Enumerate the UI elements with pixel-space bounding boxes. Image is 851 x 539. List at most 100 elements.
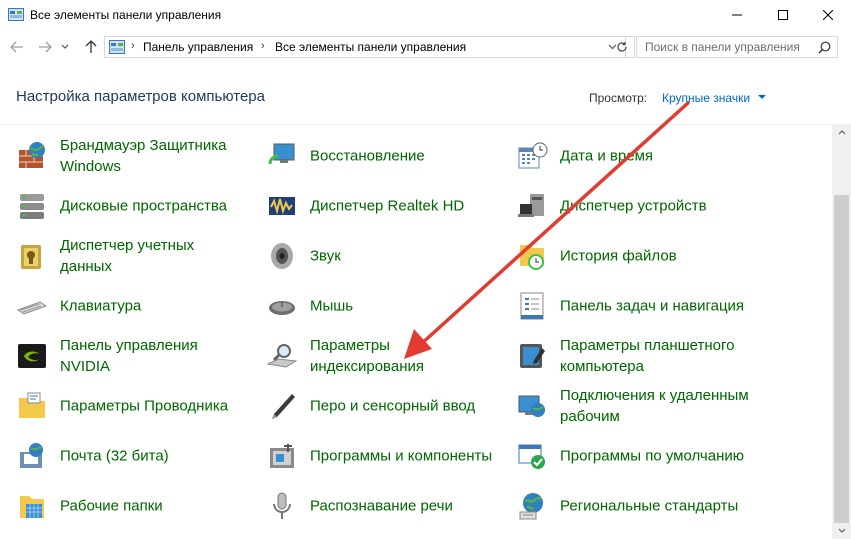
maximize-icon: [778, 10, 788, 20]
mail-icon: [20, 443, 43, 468]
item-label: Звук: [310, 247, 341, 265]
breadcrumb-separator: ›: [131, 40, 135, 52]
programs-icon: [270, 444, 294, 468]
indexing-icon: [266, 344, 298, 368]
item-label: Рабочие папки: [60, 497, 163, 515]
item-sound[interactable]: Звук: [250, 233, 500, 279]
scroll-down-button[interactable]: [832, 522, 851, 539]
vertical-scrollbar[interactable]: [832, 124, 851, 539]
close-icon: [823, 10, 833, 20]
recent-locations-button[interactable]: [58, 36, 72, 58]
tablet-icon: [520, 344, 545, 368]
item-recovery[interactable]: Восстановление: [250, 133, 500, 179]
default-programs-icon: [518, 444, 545, 469]
search-box[interactable]: [636, 36, 838, 58]
item-label: История файлов: [560, 247, 677, 265]
item-device-manager[interactable]: Диспетчер устройств: [500, 183, 750, 229]
item-label: Параметры Проводника: [60, 397, 229, 415]
item-label: Диспетчер учетных данных: [60, 237, 195, 275]
up-button[interactable]: [80, 36, 102, 58]
recovery-icon: [268, 143, 295, 165]
realtek-icon: [269, 197, 295, 215]
item-keyboard[interactable]: Клавиатура: [0, 283, 250, 329]
keyboard-icon: [16, 301, 48, 315]
minimize-icon: [732, 14, 742, 16]
arrow-left-icon: [10, 41, 23, 53]
scroll-thumb[interactable]: [834, 195, 849, 523]
item-tablet-settings[interactable]: Параметры планшетного компьютера: [500, 333, 750, 379]
close-button[interactable]: [805, 0, 851, 30]
item-indexing-options[interactable]: Параметры индексирования: [250, 333, 500, 379]
item-date-time[interactable]: Дата и время: [500, 133, 750, 179]
item-label: Программы и компоненты: [310, 447, 493, 465]
item-label: Диспетчер Realtek HD: [310, 197, 465, 215]
globe-icon: [519, 493, 543, 520]
item-firewall[interactable]: Брандмауэр Защитника Windows: [0, 133, 250, 179]
back-button[interactable]: [6, 36, 28, 58]
address-bar[interactable]: › Панель управления › Все элементы панел…: [104, 36, 626, 58]
item-file-history[interactable]: История файлов: [500, 233, 750, 279]
item-folder-options[interactable]: Параметры Проводника: [0, 383, 250, 429]
item-pen-touch[interactable]: Перо и сенсорный ввод: [250, 383, 500, 429]
item-default-programs[interactable]: Программы по умолчанию: [500, 433, 750, 479]
mouse-icon: [269, 301, 295, 315]
item-label: Панель управления NVIDIA: [60, 337, 198, 375]
forward-button[interactable]: [34, 36, 56, 58]
window-title: Все элементы панели управления: [30, 8, 222, 22]
item-label: Параметры планшетного компьютера: [560, 337, 735, 375]
item-label: Мышь: [310, 297, 354, 315]
control-panel-icon: [8, 8, 24, 21]
item-mouse[interactable]: Мышь: [250, 283, 500, 329]
view-mode-dropdown[interactable]: Крупные значки: [662, 91, 750, 105]
firewall-icon: [19, 142, 45, 168]
remote-desktop-icon: [518, 395, 545, 417]
item-label: Параметры индексирования: [310, 337, 424, 375]
item-programs-features[interactable]: Программы и компоненты: [250, 433, 500, 479]
item-credential-manager[interactable]: Диспетчер учетных данных: [0, 233, 250, 279]
scroll-up-button[interactable]: [832, 124, 851, 141]
item-taskbar-navigation[interactable]: Панель задач и навигация: [500, 283, 750, 329]
minimize-button[interactable]: [714, 0, 760, 30]
search-input[interactable]: [637, 37, 815, 57]
item-label: Панель задач и навигация: [560, 297, 745, 315]
item-realtek[interactable]: Диспетчер Realtek HD: [250, 183, 500, 229]
maximize-button[interactable]: [760, 0, 806, 30]
item-label: Почта (32 бита): [60, 447, 169, 465]
item-label: Подключения к удаленным рабочим: [560, 387, 749, 425]
speaker-icon: [271, 243, 293, 269]
caret-down-icon[interactable]: [758, 95, 766, 99]
nvidia-icon: [18, 344, 46, 368]
breadcrumb-item[interactable]: Все элементы панели управления: [275, 40, 466, 54]
refresh-button[interactable]: [609, 36, 635, 58]
title-bar: Все элементы панели управления: [0, 0, 851, 30]
divider: [0, 124, 832, 125]
item-nvidia[interactable]: Панель управления NVIDIA: [0, 333, 250, 379]
chevron-up-icon: [838, 130, 845, 135]
breadcrumb-item[interactable]: Панель управления: [143, 40, 253, 54]
microphone-icon: [273, 492, 291, 519]
item-mail[interactable]: Почта (32 бита): [0, 433, 250, 479]
control-panel-icon: [109, 40, 125, 54]
chevron-down-icon: [61, 44, 69, 49]
device-manager-icon: [518, 194, 544, 217]
item-label: Диспетчер устройств: [560, 197, 707, 215]
item-label: Программы по умолчанию: [560, 447, 744, 465]
folder-options-icon: [19, 392, 45, 418]
item-work-folders[interactable]: Рабочие папки: [0, 483, 250, 529]
item-remote-desktop[interactable]: Подключения к удаленным рабочим: [500, 383, 750, 429]
item-region[interactable]: Региональные стандарты: [500, 483, 750, 529]
chevron-down-icon: [838, 528, 845, 533]
search-icon[interactable]: [818, 41, 831, 54]
item-storage-spaces[interactable]: Дисковые пространства: [0, 183, 250, 229]
item-label: Перо и сенсорный ввод: [310, 397, 476, 415]
credential-manager-icon: [21, 245, 41, 269]
item-label: Восстановление: [310, 147, 425, 165]
item-label: Дата и время: [560, 147, 654, 165]
item-label: Брандмауэр Защитника Windows: [60, 137, 227, 175]
item-label: Клавиатура: [60, 297, 142, 315]
storage-spaces-icon: [20, 194, 44, 219]
item-speech-recognition[interactable]: Распознавание речи: [250, 483, 500, 529]
items-grid: Брандмауэр Защитника Windows Дисковые пр…: [0, 133, 832, 539]
refresh-icon: [616, 42, 627, 52]
view-label: Просмотр:: [589, 91, 648, 105]
